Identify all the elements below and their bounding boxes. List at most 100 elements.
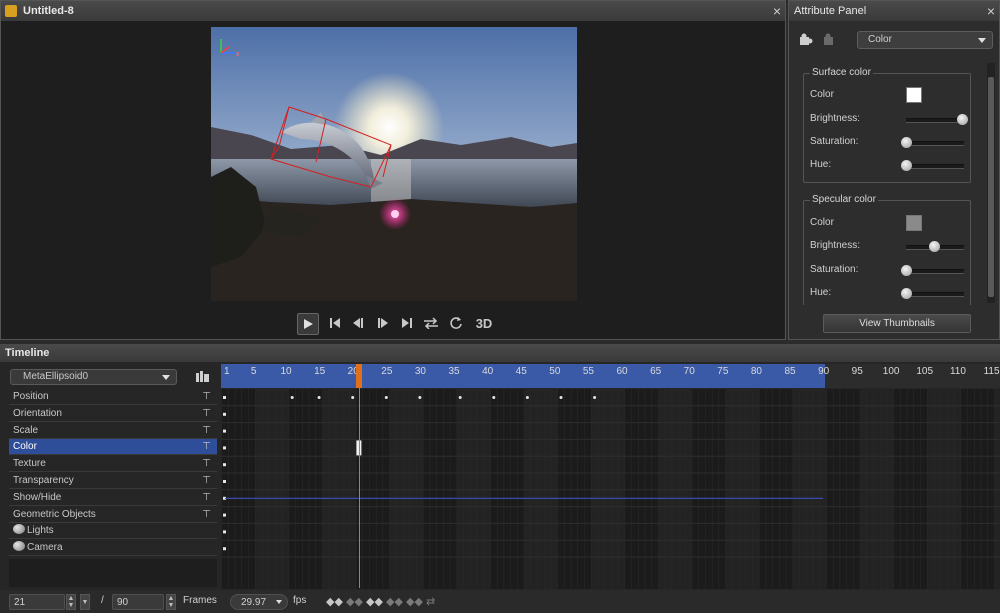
delete-keyframe-icon[interactable]: ◆◆ (386, 595, 403, 609)
attribute-panel: Attribute Panel × Color Surface color Co… (788, 0, 1000, 340)
surface-color-row-label: Color (810, 89, 834, 100)
specular-color-label: Specular color (810, 194, 878, 205)
keyframe-marker (223, 480, 226, 483)
ruler-tick-label: 95 (851, 366, 863, 377)
specular-hue-knob[interactable] (901, 288, 912, 299)
track-row-lights[interactable]: Lights (9, 523, 217, 540)
surface-hue-label: Hue: (810, 159, 832, 170)
fps-dropdown[interactable]: 29.97 (230, 594, 288, 610)
skip-start-icon (330, 318, 340, 328)
track-row-position[interactable]: Position ⊤ (9, 389, 217, 405)
keyframe-grid[interactable] (221, 389, 1000, 589)
track-label: Lights (27, 525, 54, 537)
repeat-button[interactable] (446, 313, 466, 333)
track-row-show-hide[interactable]: Show/Hide ⊤ (9, 490, 217, 506)
copy-keyframe-icon[interactable]: ◆◆ (366, 595, 383, 609)
attribute-scrollbar[interactable] (987, 63, 995, 303)
track-row-geometric-objects[interactable]: Geometric Objects ⊤ (9, 507, 217, 523)
track-row-transparency[interactable]: Transparency ⊤ (9, 473, 217, 489)
play-button[interactable] (297, 313, 319, 335)
next-frame-button[interactable] (373, 313, 393, 333)
specular-saturation-knob[interactable] (901, 265, 912, 276)
ruler-tick-label: 100 (882, 366, 900, 377)
track-label: Camera (27, 542, 63, 554)
current-frame-field[interactable]: 21 (9, 594, 65, 610)
frame-separator: / (101, 595, 104, 606)
specular-hue-slider[interactable] (906, 292, 964, 297)
timeline-footer: 21 ▲ ▼ ▼ / 90 ▲ ▼ Frames 29.97 fps ◆◆ ◆◆ ◆… (0, 590, 1000, 613)
track-row-texture[interactable]: Texture ⊤ (9, 456, 217, 473)
ruler-tick-label: 75 (717, 366, 729, 377)
timeline-titlebar: Timeline (0, 344, 1000, 362)
surface-hue-knob[interactable] (901, 160, 912, 171)
svg-text:x: x (236, 51, 240, 58)
playhead-handle[interactable] (356, 364, 363, 388)
loop-button[interactable] (421, 313, 441, 333)
flip-keyframe-icon[interactable]: ◆◆ (406, 595, 423, 609)
chevron-down-icon (276, 600, 282, 604)
view-thumbnails-button[interactable]: View Thumbnails (823, 314, 971, 333)
fps-label: fps (293, 595, 307, 606)
previous-frame-button[interactable] (348, 313, 368, 333)
ruler-tick-label: 105 (916, 366, 934, 377)
track-options-icon[interactable] (196, 371, 210, 383)
specular-color-swatch[interactable] (906, 215, 922, 231)
swap-arrows-icon (424, 317, 438, 329)
keyframe-marker (223, 547, 226, 551)
3d-mode-button[interactable]: 3D (471, 313, 497, 333)
track-row-color[interactable]: Color ⊤ (9, 439, 217, 456)
viewport-titlebar: Untitled-8 × (1, 1, 785, 21)
track-row-orientation[interactable]: Orientation ⊤ (9, 406, 217, 422)
pin-icon[interactable]: ⊤ (202, 507, 211, 523)
play-icon (304, 319, 313, 329)
attribute-panel-title: Attribute Panel (794, 5, 867, 17)
specular-saturation-label: Saturation: (810, 264, 859, 275)
ruler-tick-label: 55 (582, 366, 594, 377)
close-icon[interactable]: × (773, 1, 781, 21)
puzzle-icon[interactable] (799, 32, 813, 46)
track-label: Transparency (13, 475, 74, 486)
attribute-dropdown[interactable]: Color (857, 31, 993, 49)
surface-color-swatch[interactable] (906, 87, 922, 103)
loop-keyframe-icon[interactable]: ⇄ (426, 595, 442, 609)
track-row-scale[interactable]: Scale ⊤ (9, 423, 217, 439)
close-icon[interactable]: × (987, 1, 995, 21)
frame-spin-button[interactable]: ▲ ▼ (66, 594, 76, 610)
track-row-camera[interactable]: Camera (9, 540, 217, 557)
frame-step-button[interactable]: ▼ (80, 594, 90, 610)
specular-brightness-knob[interactable] (929, 241, 940, 252)
timeline-ruler[interactable]: 1 5 10 15 20 25 30 35 40 45 50 55 60 65 70 75 80 85 90 95 10… (221, 364, 1000, 388)
scrollbar-thumb[interactable] (988, 77, 994, 297)
fps-value: 29.97 (241, 597, 267, 608)
surface-hue-slider[interactable] (906, 164, 964, 169)
keyframe-marker (223, 396, 226, 399)
pin-icon[interactable]: ⊤ (202, 423, 211, 439)
total-spin-button[interactable]: ▲ ▼ (166, 594, 176, 610)
surface-brightness-slider[interactable] (906, 118, 964, 123)
pin-icon[interactable]: ⊤ (202, 389, 211, 405)
go-to-start-button[interactable] (325, 313, 345, 333)
ruler-tick-label: 15 (314, 366, 326, 377)
track-label: Texture (13, 458, 46, 470)
scene-render: x (211, 27, 577, 301)
surface-saturation-knob[interactable] (901, 137, 912, 148)
pin-icon[interactable]: ⊤ (202, 406, 211, 422)
pin-icon[interactable]: ⊤ (202, 439, 211, 455)
ruler-tick-label: 90 (818, 366, 830, 377)
add-keyframe-icon[interactable]: ◆◆ (326, 595, 343, 609)
go-to-end-button[interactable] (397, 313, 417, 333)
move-keyframe-icon[interactable]: ◆◆ (346, 595, 363, 609)
pin-icon[interactable]: ⊤ (202, 456, 211, 472)
keyframe-grid-canvas (221, 389, 1000, 589)
specular-saturation-slider[interactable] (906, 269, 964, 274)
repeat-icon (450, 317, 462, 329)
total-frames-field[interactable]: 90 (112, 594, 164, 610)
object-dropdown[interactable]: MetaEllipsoid0 (10, 369, 177, 385)
scene-canvas[interactable]: x (211, 27, 577, 301)
pin-icon[interactable]: ⊤ (202, 473, 211, 489)
puzzle-disabled-icon[interactable] (823, 32, 837, 46)
surface-saturation-slider[interactable] (906, 141, 964, 146)
specular-color-row-label: Color (810, 217, 834, 228)
pin-icon[interactable]: ⊤ (202, 490, 211, 506)
surface-brightness-knob[interactable] (957, 114, 968, 125)
